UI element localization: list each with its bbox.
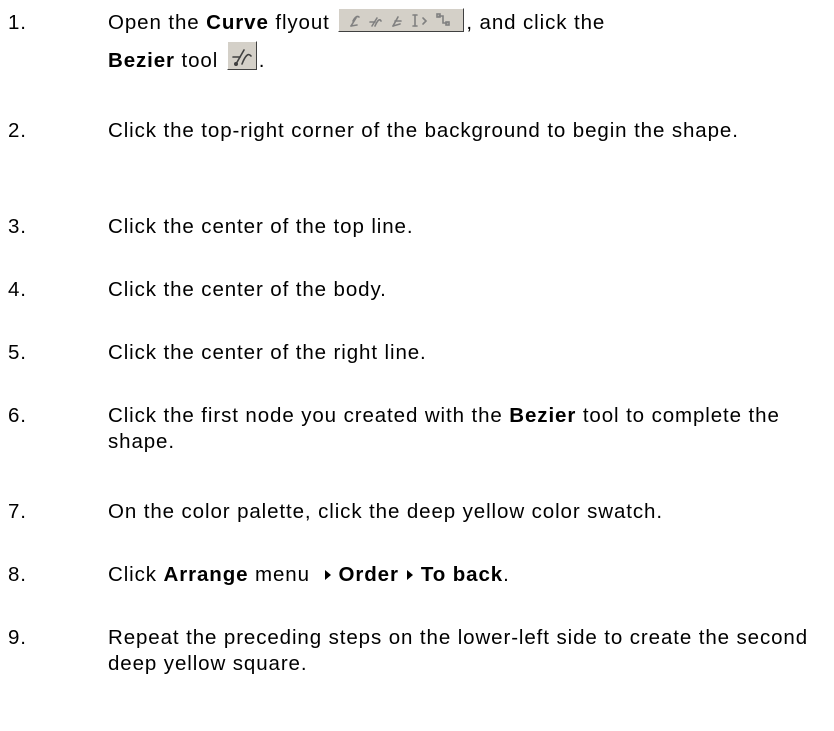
step-number: 9. (8, 626, 27, 649)
step-text-line2: Bezier tool . (108, 41, 830, 79)
step-text: Open the Curve flyout , and click the (108, 4, 830, 41)
order-menu-label: Order (338, 563, 399, 586)
menu-arrow-icon (406, 570, 413, 581)
step-text: Click Arrange menu Order To back. (108, 556, 830, 593)
step-text-part: . (503, 563, 510, 586)
step-text: Click the top-right corner of the backgr… (108, 119, 739, 142)
step-text: Click the center of the body. (108, 278, 387, 301)
menu-arrow-icon (324, 570, 331, 581)
step-text: Click the first node you created with th… (108, 403, 830, 455)
step-number: 2. (8, 119, 27, 142)
step-text: Repeat the preceding steps on the lower-… (108, 626, 809, 675)
step-number: 1. (8, 11, 27, 34)
curve-label: Curve (206, 11, 269, 34)
step-text-part: Click the first node you created with th… (108, 404, 510, 427)
step-number: 3. (8, 215, 27, 238)
step-number: 5. (8, 341, 27, 364)
bezier-tool-icon (226, 41, 257, 70)
step-text-part: Click (108, 563, 164, 586)
to-back-menu-label: To back (420, 563, 504, 586)
step-text-part: Open the (108, 11, 207, 34)
step-text: Click the center of the top line. (108, 215, 414, 238)
arrange-menu-label: Arrange (163, 563, 249, 586)
curve-flyout-toolbar-icon (338, 8, 465, 32)
step-number: 8. (8, 563, 27, 586)
bezier-label: Bezier (509, 404, 577, 427)
step-text-part: tool (174, 49, 225, 72)
step-text: Click the center of the right line. (108, 341, 427, 364)
step-text: On the color palette, click the deep yel… (108, 500, 663, 523)
step-text-part: menu (248, 563, 317, 586)
step-number: 4. (8, 278, 27, 301)
step-number: 6. (8, 404, 27, 427)
step-text-part: , and click the (466, 11, 606, 34)
step-number: 7. (8, 500, 27, 523)
bezier-label: Bezier (108, 49, 175, 72)
step-text-part: flyout (268, 11, 337, 34)
step-text-part: . (258, 49, 266, 72)
